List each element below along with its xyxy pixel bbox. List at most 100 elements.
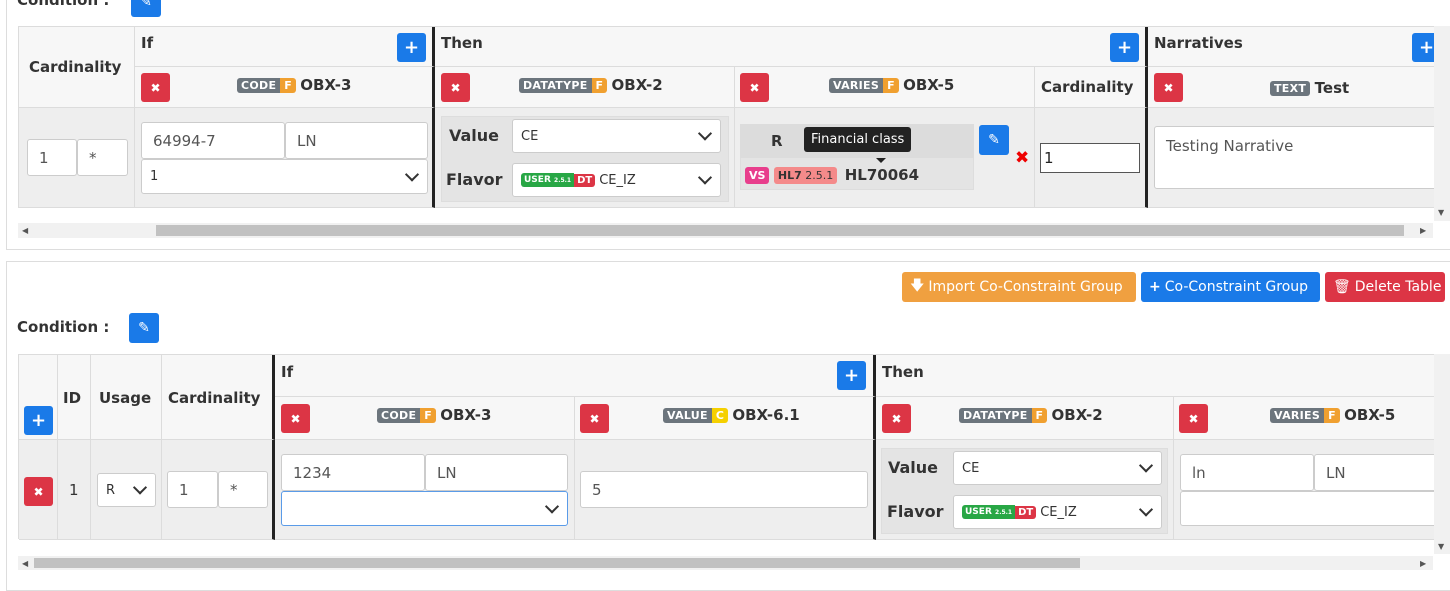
remove-narrative-button[interactable]: ✖ (1154, 73, 1183, 102)
if-header: If (281, 363, 294, 381)
datatype-badge: DATATYPE (959, 407, 1032, 423)
field-title: OBX-3 (440, 406, 492, 424)
scroll-down-icon[interactable]: ▼ (1438, 208, 1444, 217)
remove-if-column-button[interactable]: ✖ (281, 404, 310, 433)
varies-system-input[interactable]: LN (1314, 454, 1450, 491)
narratives-header: Narratives (1154, 34, 1243, 52)
code-select[interactable]: 1 (141, 159, 428, 194)
field-title: OBX-2 (1051, 406, 1103, 424)
varies-value-input[interactable]: ln (1180, 454, 1314, 491)
id-header: ID (58, 355, 91, 440)
add-row-header: + (19, 355, 58, 440)
scroll-thumb[interactable] (34, 558, 1080, 568)
remove-row-button[interactable]: ✖ (24, 477, 53, 506)
cardinality-cell: 1 * (19, 108, 135, 208)
if-code-cell: 1234 LN (275, 440, 575, 540)
condition-label: Condition : (17, 318, 110, 336)
card-max-input[interactable]: * (218, 471, 268, 508)
usage-header: Usage (91, 355, 162, 440)
flag-badge: F (420, 407, 436, 423)
card-max-input[interactable]: * (77, 139, 128, 176)
flag-badge: F (591, 77, 608, 93)
card-min-input[interactable]: 1 (27, 139, 77, 176)
flag-badge: F (1031, 407, 1048, 423)
plus-icon: + (30, 410, 47, 431)
id-cell: 1 (58, 440, 91, 540)
edit-condition-button[interactable]: ✎ (129, 313, 159, 343)
cardinality-input[interactable]: 1 (1040, 143, 1140, 173)
valueset-id: HL70064 (844, 166, 920, 184)
code-value-input[interactable]: 64994-7 (141, 122, 285, 159)
import-group-button[interactable]: 🡇 Import Co-Constraint Group (902, 272, 1136, 302)
then-header-cell: Then (876, 355, 1450, 397)
scroll-right-icon[interactable]: ▶ (1420, 226, 1426, 235)
narrative-textarea[interactable]: Testing Narrative (1154, 126, 1438, 189)
edit-valueset-button[interactable]: ✎ (979, 125, 1009, 155)
cardinality-header: Cardinality (29, 58, 122, 76)
field-title: OBX-2 (611, 76, 663, 94)
code-select[interactable] (281, 491, 568, 526)
vs-badge: VS (745, 167, 770, 184)
scroll-down-icon[interactable]: ▼ (1438, 542, 1444, 551)
top-horizontal-scrollbar[interactable]: ◀ ▶ (18, 223, 1433, 238)
usage-label: R (771, 132, 783, 150)
remove-then-column-button[interactable]: ✖ (441, 73, 470, 102)
card-min-input[interactable]: 1 (167, 471, 218, 508)
scroll-thumb[interactable] (156, 225, 1404, 236)
add-then-column-button[interactable]: + (1110, 33, 1139, 62)
bottom-horizontal-scrollbar[interactable]: ◀ ▶ (18, 556, 1433, 570)
flavor-select[interactable]: USER 2.5.1 DT CE_IZ (953, 495, 1162, 529)
narratives-header-cell: Narratives + (1148, 27, 1450, 67)
close-icon: ✖ (749, 80, 760, 95)
add-if-column-button[interactable]: + (397, 33, 426, 62)
code-system-input[interactable]: LN (285, 122, 428, 159)
bottom-coconstraint-table: + ID Usage Cardinality If + Then ✖ CODE F… (18, 354, 1450, 540)
close-icon: ✖ (589, 411, 600, 426)
condition-label: Condition : (17, 0, 110, 9)
value-input[interactable]: 5 (580, 471, 868, 508)
scroll-left-icon[interactable]: ◀ (22, 226, 28, 235)
scroll-right-icon[interactable]: ▶ (1420, 559, 1426, 568)
close-icon: ✖ (1188, 411, 1199, 426)
remove-then-column-button[interactable]: ✖ (1179, 404, 1208, 433)
edit-condition-button[interactable]: ✎ (131, 0, 161, 17)
scroll-left-icon[interactable]: ◀ (22, 559, 28, 568)
value-select[interactable]: CE (512, 119, 721, 153)
code-badge: CODE (377, 407, 421, 423)
bottom-vertical-scrollbar[interactable]: ▼ (1434, 354, 1450, 554)
plus-icon: + (403, 37, 420, 58)
code-system-input[interactable]: LN (425, 454, 568, 491)
value-label: Value (888, 458, 939, 477)
then-header: Then (441, 34, 483, 52)
varies-select[interactable] (1180, 491, 1450, 526)
tooltip: Financial class (804, 127, 912, 152)
add-row-button[interactable]: + (24, 406, 53, 435)
add-group-button[interactable]: + Co-Constraint Group (1141, 272, 1320, 302)
remove-then-column-button[interactable]: ✖ (882, 404, 911, 433)
delete-table-button[interactable]: 🗑 Delete Table (1325, 272, 1445, 302)
usage-cell: R (91, 440, 162, 540)
remove-if-column-button[interactable]: ✖ (580, 404, 609, 433)
remove-then-column-button[interactable]: ✖ (740, 73, 769, 102)
if-header-cell: If + (275, 355, 876, 397)
remove-if-column-button[interactable]: ✖ (141, 73, 170, 102)
add-if-column-button[interactable]: + (837, 361, 866, 390)
close-icon: ✖ (1163, 80, 1174, 95)
user-badge: USER 2.5.1 (521, 173, 575, 187)
if-header: If (141, 34, 154, 52)
top-vertical-scrollbar[interactable]: ▼ (1434, 26, 1450, 221)
flavor-select[interactable]: USER 2.5.1 DT CE_IZ (512, 163, 721, 197)
dt-badge: DT (574, 173, 596, 187)
if-obx3-header: ✖ CODE F OBX-3 (135, 67, 435, 108)
chevron-down-icon (404, 166, 420, 182)
remove-valueset-icon[interactable]: ✖ (1015, 148, 1029, 168)
usage-select[interactable]: R (97, 473, 156, 507)
then-header-cell: Then + (435, 27, 1148, 67)
code-value-input[interactable]: 1234 (281, 454, 425, 491)
chevron-down-icon (1138, 502, 1154, 517)
pencil-icon: ✎ (138, 320, 150, 336)
if-obx3-header: ✖ CODE F OBX-3 (275, 397, 575, 440)
if-header-cell: If + (135, 27, 435, 67)
value-select[interactable]: CE (953, 451, 1162, 485)
value-label: Value (449, 126, 500, 145)
